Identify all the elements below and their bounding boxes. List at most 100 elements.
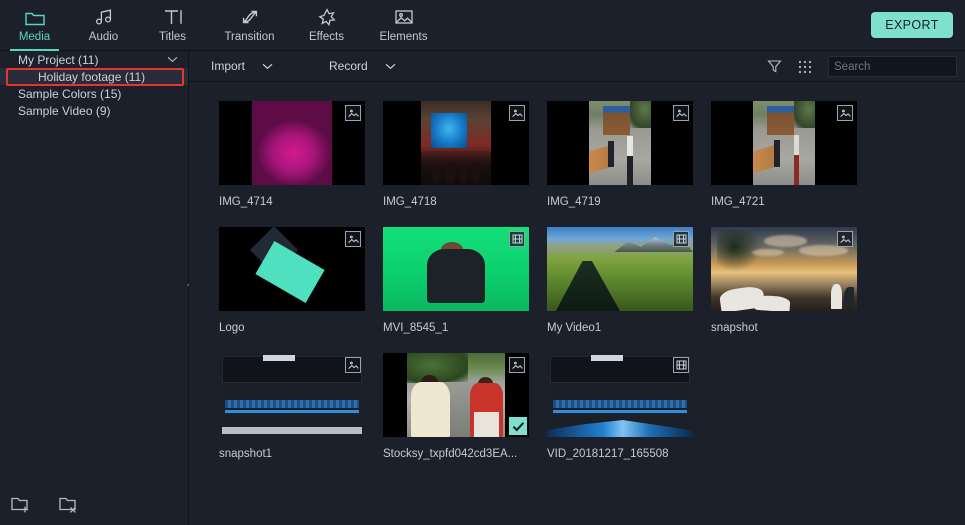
project-sidebar: My Project (11) Holiday footage (11) Sam…	[0, 51, 189, 525]
sidebar-item-holiday-footage[interactable]: Holiday footage (11)	[0, 68, 188, 85]
media-thumbnail[interactable]	[711, 227, 857, 311]
arrows-icon	[239, 6, 261, 28]
media-item-name: MVI_8545_1	[383, 322, 449, 334]
media-item[interactable]: Stocksy_txpfd042cd3EA...	[383, 353, 547, 479]
media-thumbnail[interactable]	[547, 101, 693, 185]
thumbnail-art	[407, 353, 505, 437]
record-menu-button[interactable]: Record	[329, 59, 396, 73]
media-item-name: VID_20181217_165508	[547, 448, 669, 460]
film-badge-icon[interactable]	[509, 231, 525, 247]
thumbnail-art	[711, 227, 857, 311]
media-thumbnail[interactable]	[547, 353, 693, 437]
media-item-name: Logo	[219, 322, 245, 334]
media-item-name: Stocksy_txpfd042cd3EA...	[383, 448, 518, 460]
thumbnail-art	[421, 101, 491, 185]
media-item[interactable]: IMG_4718	[383, 101, 547, 227]
main-toolbar: Media Audio Titles Transition Effects El…	[0, 0, 965, 51]
film-badge-icon[interactable]	[673, 357, 689, 373]
image-badge-icon[interactable]	[673, 105, 689, 121]
media-item[interactable]: snapshot1	[219, 353, 383, 479]
media-item[interactable]: IMG_4714	[219, 101, 383, 227]
image-badge-icon[interactable]	[345, 231, 361, 247]
media-toolbar-right	[767, 51, 965, 82]
image-badge-icon[interactable]	[509, 357, 525, 373]
record-label: Record	[329, 59, 368, 73]
sidebar-item-label: Sample Video (9)	[18, 103, 111, 118]
tab-elements-label: Elements	[379, 31, 428, 43]
media-thumbnail[interactable]	[219, 101, 365, 185]
media-item-name: IMG_4719	[547, 196, 601, 208]
image-badge-icon[interactable]	[509, 105, 525, 121]
sidebar-item-label: My Project (11)	[18, 52, 99, 67]
folder-x-icon[interactable]	[58, 495, 80, 515]
image-badge-icon[interactable]	[345, 105, 361, 121]
media-item-name: My Video1	[547, 322, 602, 334]
image-badge-icon[interactable]	[837, 231, 853, 247]
funnel-icon[interactable]	[767, 59, 782, 74]
tab-audio[interactable]: Audio	[69, 0, 138, 51]
tab-media[interactable]: Media	[0, 0, 69, 51]
media-item[interactable]: Logo	[219, 227, 383, 353]
folder-plus-icon[interactable]	[10, 495, 32, 515]
media-item-name: IMG_4718	[383, 196, 437, 208]
media-thumbnail[interactable]	[547, 227, 693, 311]
thumbnail-art	[219, 353, 365, 437]
image-icon	[394, 6, 414, 28]
media-item-name: IMG_4721	[711, 196, 765, 208]
tab-transition[interactable]: Transition	[207, 0, 292, 51]
media-item-name: IMG_4714	[219, 196, 273, 208]
chevron-down-icon[interactable]	[167, 56, 178, 63]
sidebar-footer	[0, 485, 189, 525]
import-menu-button[interactable]: Import	[211, 59, 273, 73]
media-item[interactable]: IMG_4719	[547, 101, 711, 227]
sidebar-item-my-project[interactable]: My Project (11)	[0, 51, 188, 68]
tab-effects[interactable]: Effects	[292, 0, 361, 51]
sidebar-item-sample-colors[interactable]: Sample Colors (15)	[0, 85, 188, 102]
media-item[interactable]: IMG_4721	[711, 101, 875, 227]
music-note-icon	[94, 6, 114, 28]
selected-check-icon[interactable]	[509, 417, 527, 435]
chevron-down-icon	[385, 63, 396, 70]
media-item[interactable]: snapshot	[711, 227, 875, 353]
media-item-name: snapshot1	[219, 448, 273, 460]
sparkle-icon	[317, 6, 337, 28]
sidebar-item-sample-video[interactable]: Sample Video (9)	[0, 102, 188, 119]
media-thumbnail[interactable]	[383, 227, 529, 311]
media-item-name: snapshot	[711, 322, 758, 334]
media-thumbnail[interactable]	[219, 353, 365, 437]
tab-elements[interactable]: Elements	[361, 0, 446, 51]
media-library-panel: Import Record Search IMG_4714 IMG_4718 I…	[189, 51, 965, 525]
tab-titles[interactable]: Titles	[138, 0, 207, 51]
thumbnail-art	[589, 101, 651, 185]
media-thumbnail[interactable]	[219, 227, 365, 311]
thumbnail-art	[252, 101, 332, 185]
thumbnail-art	[753, 101, 815, 185]
tab-media-label: Media	[18, 31, 51, 43]
import-label: Import	[211, 59, 246, 73]
thumbnail-art	[219, 227, 365, 311]
tab-titles-label: Titles	[158, 31, 187, 43]
image-badge-icon[interactable]	[345, 357, 361, 373]
grid-dots-icon[interactable]	[798, 60, 812, 74]
image-badge-icon[interactable]	[837, 105, 853, 121]
thumbnail-art	[547, 353, 693, 437]
film-badge-icon[interactable]	[673, 231, 689, 247]
media-item[interactable]: VID_20181217_165508	[547, 353, 711, 479]
media-grid: IMG_4714 IMG_4718 IMG_4719 IMG_4721 Logo…	[189, 82, 965, 525]
tab-transition-label: Transition	[224, 31, 275, 43]
folder-icon	[24, 6, 45, 28]
search-input[interactable]	[834, 60, 965, 73]
tab-effects-label: Effects	[309, 31, 344, 43]
media-thumbnail[interactable]	[383, 101, 529, 185]
media-item[interactable]: My Video1	[547, 227, 711, 353]
media-thumbnail[interactable]	[383, 353, 529, 437]
chevron-down-icon	[262, 63, 273, 70]
tab-audio-label: Audio	[88, 31, 119, 43]
search-box[interactable]	[828, 56, 965, 77]
text-t-icon	[162, 6, 184, 28]
media-thumbnail[interactable]	[711, 101, 857, 185]
thumbnail-art	[547, 227, 693, 311]
media-toolbar: Import Record	[189, 51, 965, 82]
media-item[interactable]: MVI_8545_1	[383, 227, 547, 353]
export-button[interactable]: EXPORT	[871, 12, 953, 38]
